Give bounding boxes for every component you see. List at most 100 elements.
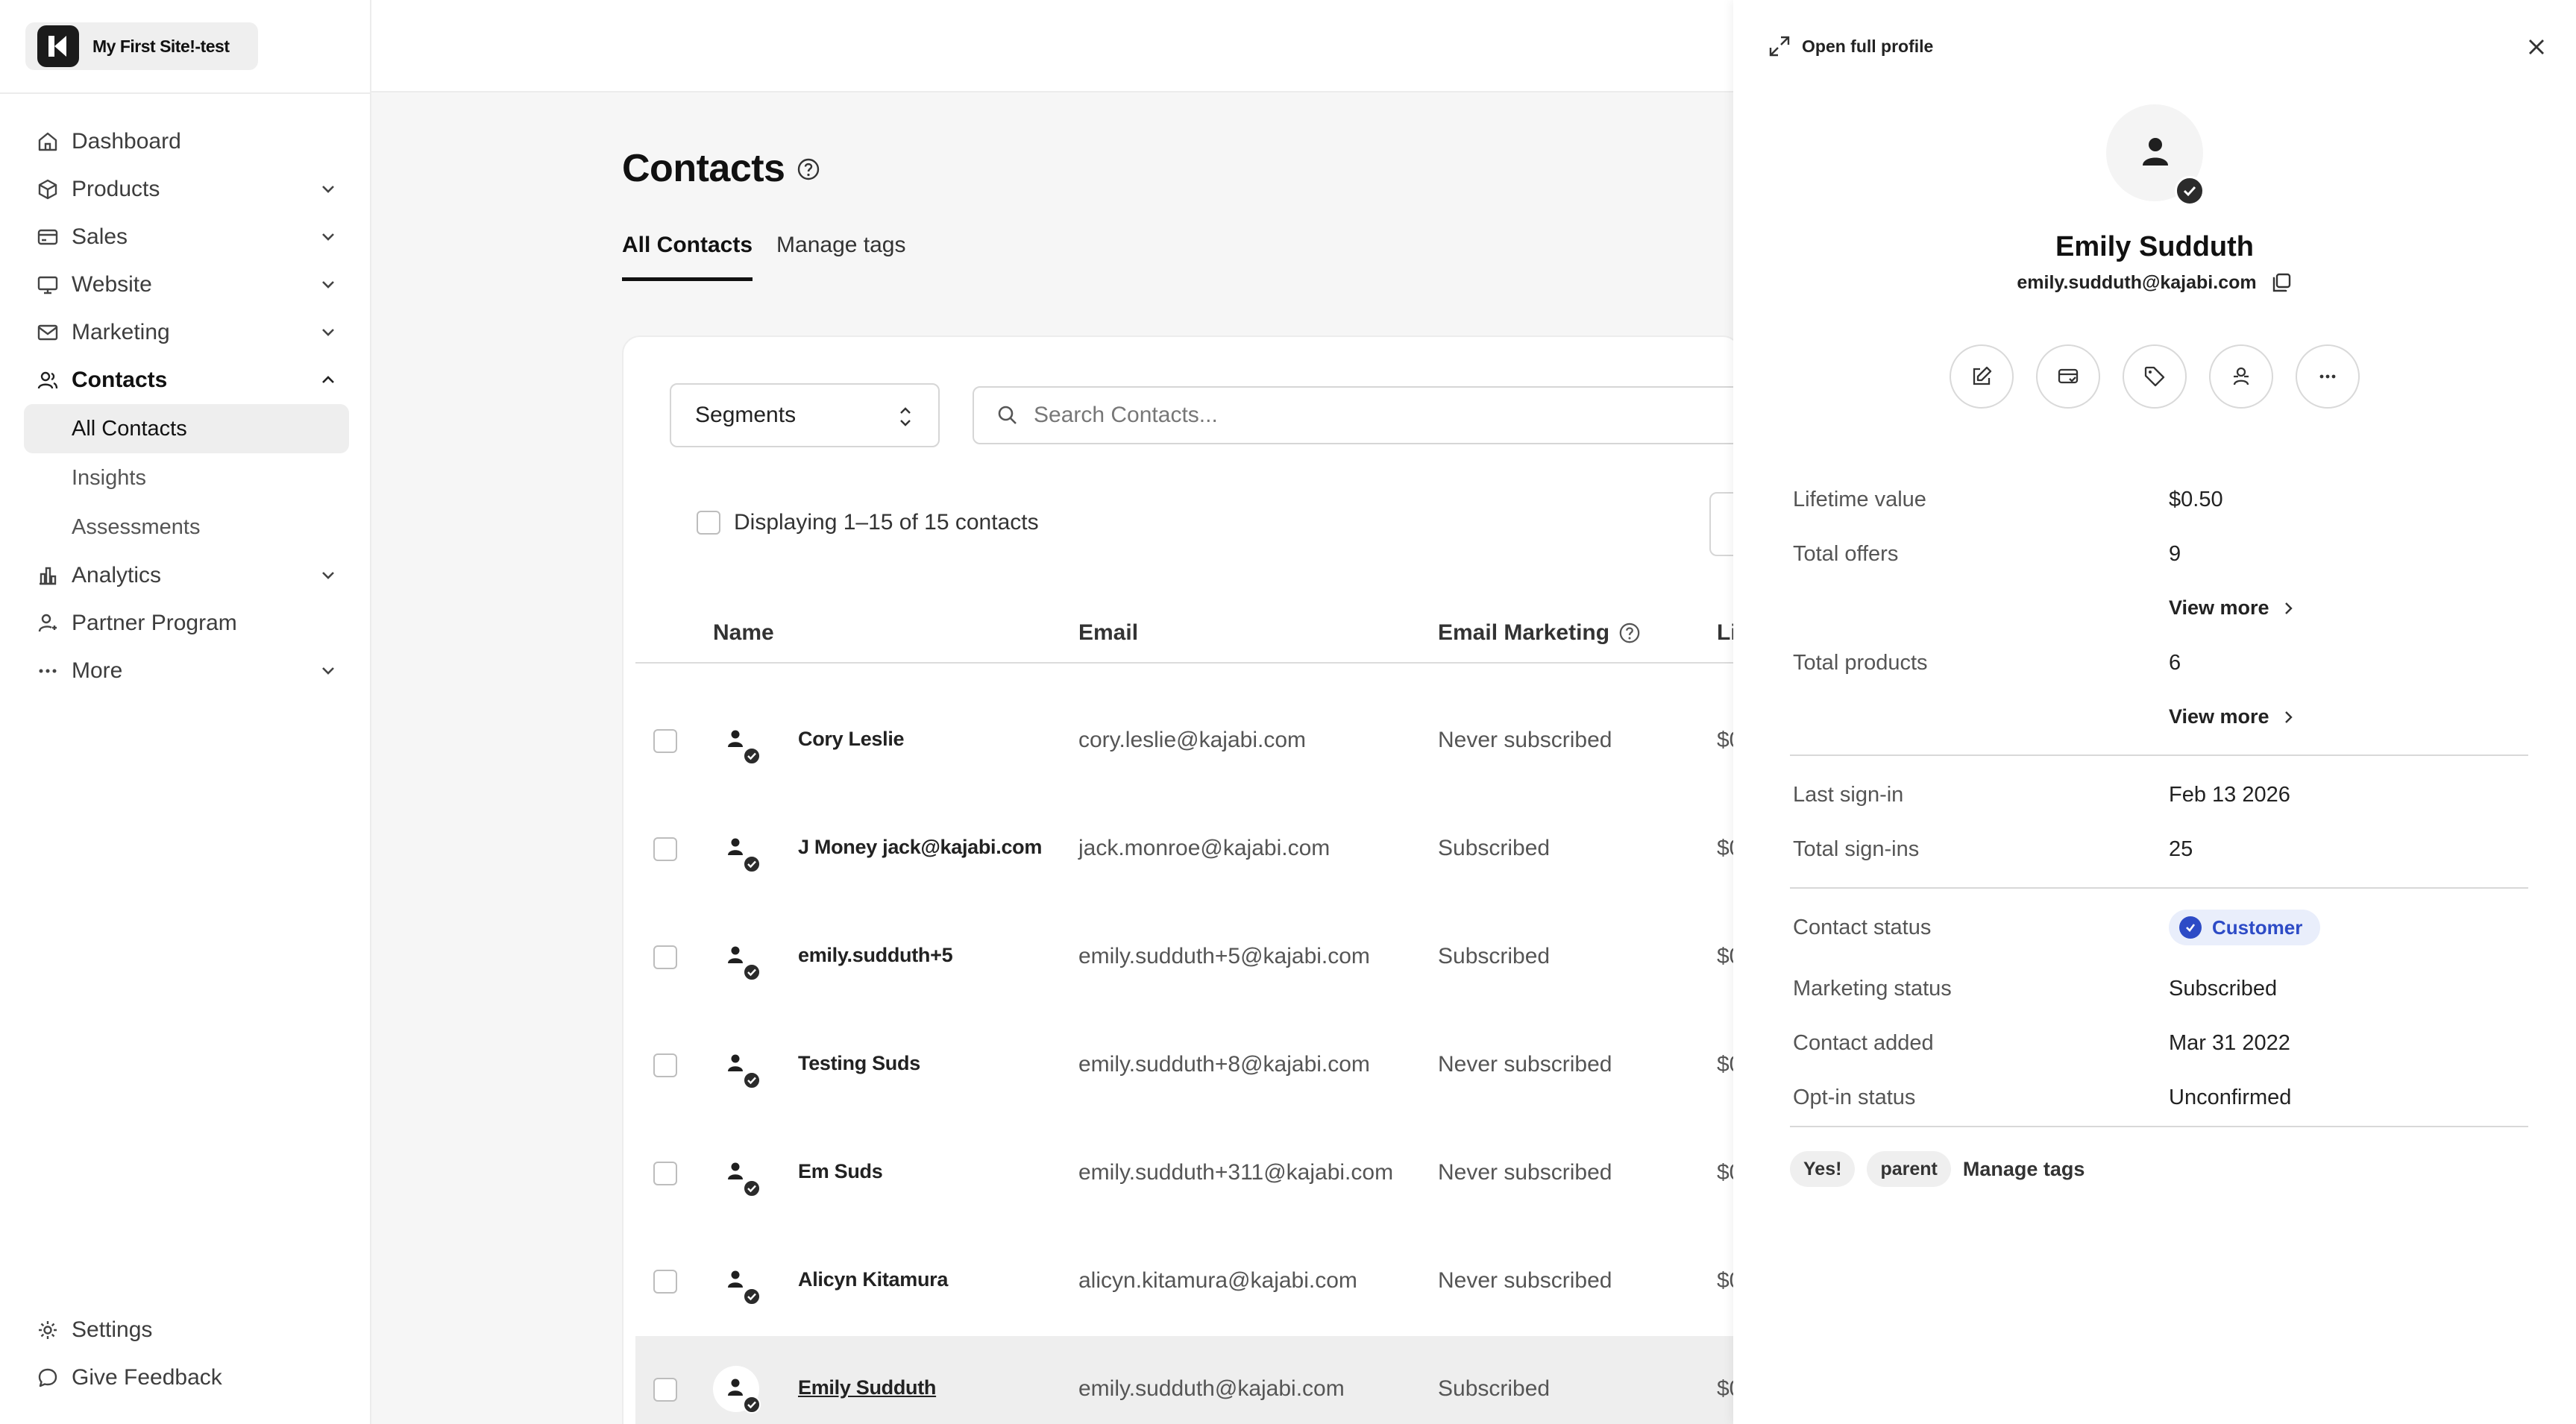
- sidebar-item-more[interactable]: More: [24, 647, 349, 695]
- table-header: Name Email Email Marketing Li: [635, 620, 1829, 664]
- sidebar: My First Site!-test Dashboard Products S…: [0, 0, 371, 1424]
- sidebar-item-dashboard[interactable]: Dashboard: [24, 118, 349, 166]
- manage-tags-link[interactable]: Manage tags: [1963, 1158, 2085, 1181]
- tab-all-contacts[interactable]: All Contacts: [622, 233, 753, 281]
- row-checkbox[interactable]: [653, 945, 677, 969]
- total-signins-row: Total sign-ins 25: [1790, 830, 2528, 884]
- sidebar-item-label: Contacts: [72, 368, 168, 392]
- verified-badge-icon: [743, 1071, 761, 1089]
- table-row[interactable]: Alicyn Kitamura alicyn.kitamura@kajabi.co…: [635, 1228, 1829, 1335]
- sidebar-item-label: Partner Program: [72, 611, 237, 635]
- chevron-down-icon: [322, 186, 334, 193]
- table-row[interactable]: Testing Suds emily.sudduth+8@kajabi.com Ne…: [635, 1012, 1829, 1119]
- monitor-icon: [37, 276, 58, 294]
- add-tag-button[interactable]: [2123, 344, 2187, 409]
- products-view-more-link[interactable]: View more: [2169, 705, 2296, 728]
- contact-marketing-status: Never subscribed: [1438, 1052, 1612, 1077]
- search-field[interactable]: [973, 386, 1793, 444]
- chevron-down-icon: [322, 667, 334, 675]
- info-label: Marketing status: [1793, 977, 1952, 1001]
- tab-manage-tags[interactable]: Manage tags: [776, 233, 905, 281]
- box-icon: [38, 179, 57, 200]
- grant-offer-button[interactable]: [2036, 344, 2100, 409]
- sidebar-subitem-insights[interactable]: Insights: [24, 453, 349, 503]
- info-value: Feb 13 2026: [2169, 783, 2290, 807]
- sidebar-item-website[interactable]: Website: [24, 261, 349, 309]
- close-icon[interactable]: [2524, 34, 2549, 60]
- help-icon[interactable]: [797, 157, 820, 181]
- table-row[interactable]: J Money jack@kajabi.com jack.monroe@kajab…: [635, 796, 1829, 903]
- contact-drawer: Open full profile Emily Sudduth emily.su…: [1733, 0, 2576, 1424]
- sidebar-item-contacts[interactable]: Contacts: [24, 356, 349, 404]
- contacts-tabs: All Contacts Manage tags: [622, 233, 929, 281]
- sidebar-item-sales[interactable]: Sales: [24, 213, 349, 261]
- contact-name[interactable]: Em Suds: [798, 1160, 883, 1183]
- site-switcher[interactable]: My First Site!-test: [25, 22, 258, 70]
- person-icon: [2143, 138, 2168, 166]
- tags-row: Yes! parent Manage tags: [1790, 1151, 2085, 1187]
- search-input[interactable]: [1034, 403, 1705, 428]
- edit-button[interactable]: [1950, 344, 2014, 409]
- contact-name[interactable]: emily.sudduth+5: [798, 944, 953, 967]
- tag-chip[interactable]: Yes!: [1790, 1151, 1856, 1187]
- contact-name[interactable]: Testing Suds: [798, 1052, 920, 1075]
- contact-name[interactable]: J Money jack@kajabi.com: [798, 836, 1042, 859]
- row-checkbox[interactable]: [653, 1270, 677, 1294]
- mail-icon: [37, 324, 58, 341]
- sidebar-bottom: Settings Give Feedback: [24, 1306, 349, 1402]
- info-label: Opt-in status: [1793, 1086, 1916, 1109]
- table-row[interactable]: Em Suds emily.sudduth+311@kajabi.com Never…: [635, 1120, 1829, 1227]
- sidebar-item-settings[interactable]: Settings: [24, 1306, 349, 1354]
- contacts-card: Segments Displaying 1–15 of 15 contacts …: [622, 335, 1829, 1424]
- contact-marketing-status: Subscribed: [1438, 1376, 1551, 1401]
- contact-name[interactable]: Emily Sudduth: [798, 1376, 936, 1399]
- verified-badge-icon: [743, 1179, 761, 1197]
- sidebar-subitem-assessments[interactable]: Assessments: [24, 503, 349, 552]
- chevron-up-icon: [322, 376, 334, 383]
- sidebar-item-marketing[interactable]: Marketing: [24, 309, 349, 356]
- status-badge-label: Customer: [2212, 916, 2303, 939]
- table-row[interactable]: emily.sudduth+5 emily.sudduth+5@kajabi.co…: [635, 904, 1829, 1011]
- sidebar-item-feedback[interactable]: Give Feedback: [24, 1354, 349, 1402]
- avatar: [713, 1366, 761, 1414]
- info-value: Subscribed: [2169, 977, 2278, 1001]
- lifetime-value-row: Lifetime value $0.50: [1790, 480, 2528, 535]
- column-header-email-marketing[interactable]: Email Marketing: [1438, 620, 1609, 646]
- table-row[interactable]: Cory Leslie cory.leslie@kajabi.com Never s…: [635, 687, 1829, 795]
- more-options-button[interactable]: [2296, 344, 2360, 409]
- row-checkbox[interactable]: [653, 729, 677, 753]
- sidebar-nav: Dashboard Products Sales Website Marketi…: [24, 118, 349, 695]
- contact-marketing-status: Never subscribed: [1438, 728, 1612, 752]
- row-checkbox[interactable]: [653, 1053, 677, 1077]
- open-full-profile-link[interactable]: Open full profile: [1768, 34, 1933, 58]
- view-more-label: View more: [2169, 705, 2269, 728]
- sidebar-item-analytics[interactable]: Analytics: [24, 552, 349, 599]
- contact-marketing-status: Never subscribed: [1438, 1268, 1612, 1293]
- offers-view-more-link[interactable]: View more: [2169, 596, 2296, 620]
- tag-chip[interactable]: parent: [1867, 1151, 1951, 1187]
- contact-marketing-status: Subscribed: [1438, 944, 1551, 968]
- person-icon: [728, 730, 743, 747]
- select-all-checkbox[interactable]: [697, 511, 720, 535]
- help-icon[interactable]: [1618, 622, 1641, 644]
- contact-marketing-status: Never subscribed: [1438, 1160, 1612, 1185]
- contact-name[interactable]: Alicyn Kitamura: [798, 1268, 948, 1291]
- row-checkbox[interactable]: [653, 1378, 677, 1402]
- sidebar-item-partner-program[interactable]: Partner Program: [24, 599, 349, 647]
- row-checkbox[interactable]: [653, 1162, 677, 1185]
- search-icon: [998, 406, 1017, 424]
- segments-select[interactable]: Segments: [670, 383, 940, 447]
- sidebar-item-products[interactable]: Products: [24, 166, 349, 213]
- sidebar-subitem-all-contacts[interactable]: All Contacts: [24, 404, 349, 453]
- info-value: 9: [2169, 542, 2181, 566]
- column-header-email[interactable]: Email: [1078, 620, 1138, 646]
- copy-icon[interactable]: [2270, 271, 2293, 294]
- column-header-name[interactable]: Name: [713, 620, 774, 646]
- chevron-down-icon: [322, 281, 334, 289]
- contact-name[interactable]: Cory Leslie: [798, 728, 905, 751]
- table-row[interactable]: Emily Sudduth emily.sudduth@kajabi.com Sub…: [635, 1336, 1829, 1424]
- impersonate-button[interactable]: [2209, 344, 2273, 409]
- people-icon: [37, 371, 58, 389]
- profile-email-row: emily.sudduth@kajabi.com: [1733, 271, 2576, 294]
- row-checkbox[interactable]: [653, 837, 677, 861]
